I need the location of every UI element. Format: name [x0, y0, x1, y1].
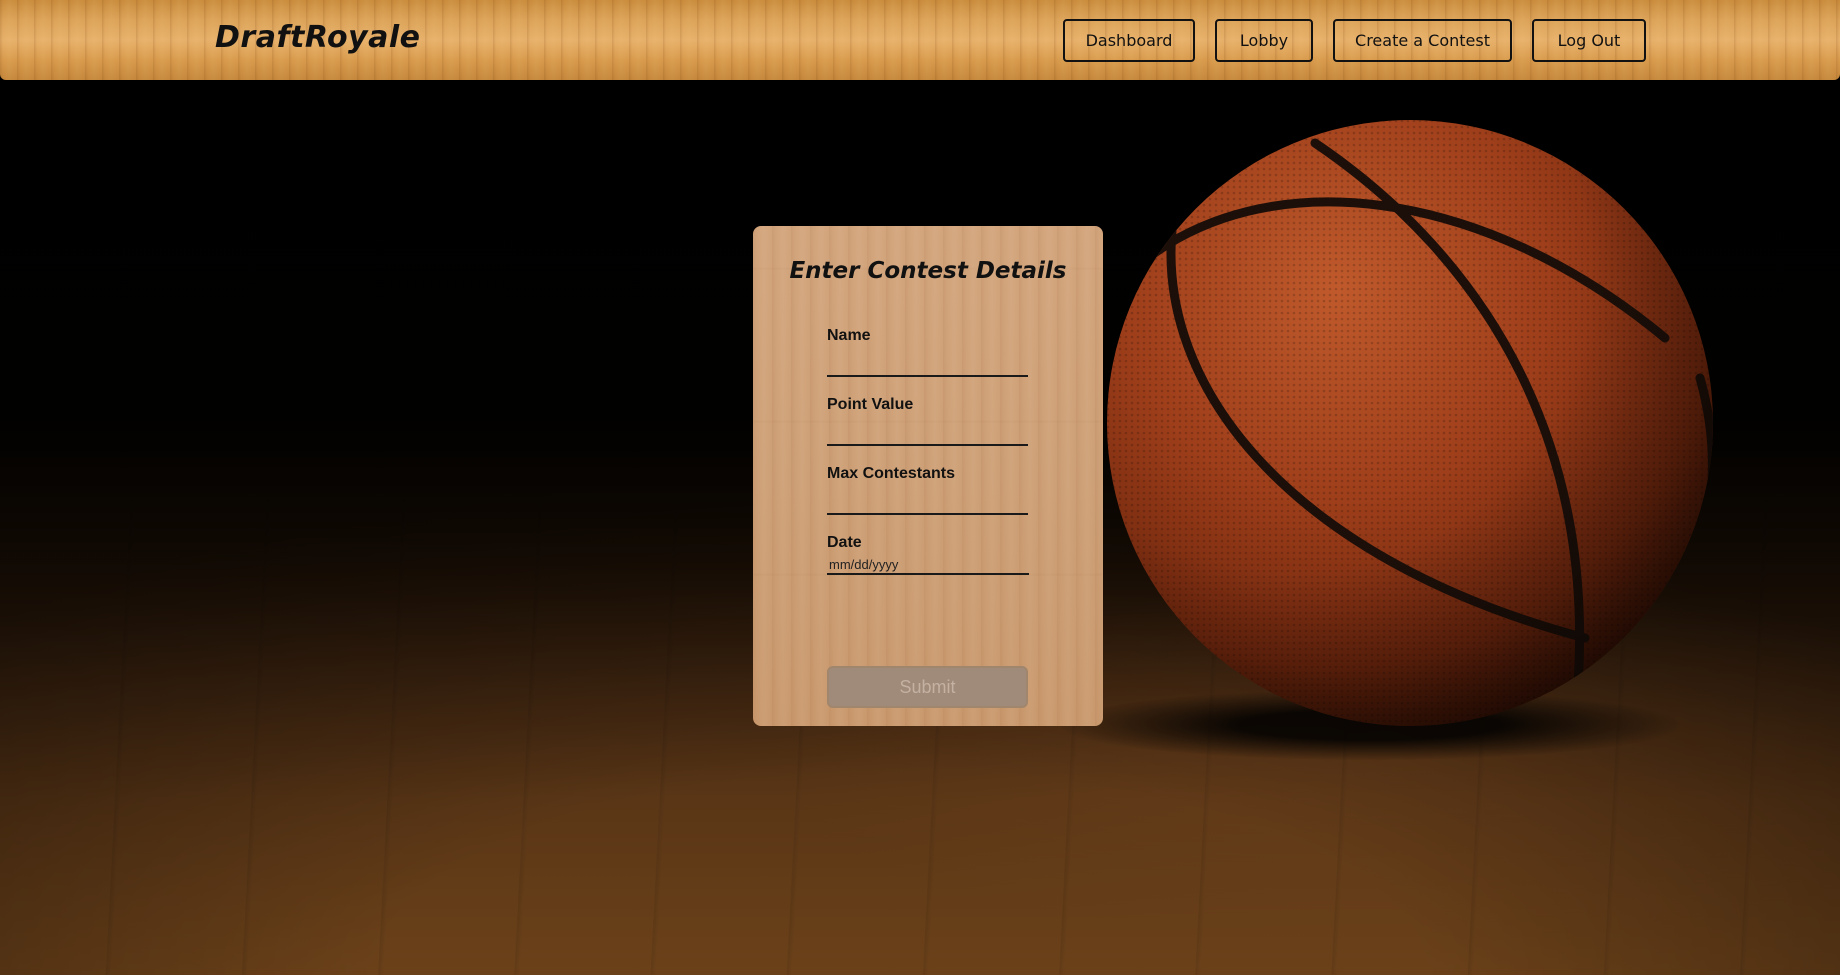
form-title: Enter Contest Details — [789, 258, 1067, 284]
name-label: Name — [827, 327, 871, 344]
point-value-field: Point Value — [827, 396, 1028, 446]
brand-logo[interactable]: DraftRoyale — [215, 20, 420, 55]
name-field: Name — [827, 327, 1028, 377]
date-input[interactable]: mm/dd/yyyy — [827, 557, 1029, 575]
point-value-label: Point Value — [827, 396, 914, 413]
nav-lobby-button[interactable]: Lobby — [1215, 19, 1313, 62]
max-contestants-label: Max Contestants — [827, 465, 956, 482]
top-navbar: DraftRoyale Dashboard Lobby Create a Con… — [0, 0, 1840, 80]
basketball-image — [1107, 120, 1713, 726]
date-label: Date — [827, 534, 862, 551]
date-field: Date mm/dd/yyyy — [827, 534, 1029, 575]
point-value-input[interactable] — [827, 416, 1028, 446]
name-input[interactable] — [827, 347, 1028, 377]
nav-dashboard-button[interactable]: Dashboard — [1063, 19, 1195, 62]
max-contestants-input[interactable] — [827, 485, 1028, 515]
max-contestants-field: Max Contestants — [827, 465, 1028, 515]
nav-create-contest-button[interactable]: Create a Contest — [1333, 19, 1512, 62]
contest-form-card: Enter Contest Details Name Point Value M… — [753, 226, 1103, 726]
nav-logout-button[interactable]: Log Out — [1532, 19, 1646, 62]
submit-button[interactable]: Submit — [827, 666, 1028, 708]
